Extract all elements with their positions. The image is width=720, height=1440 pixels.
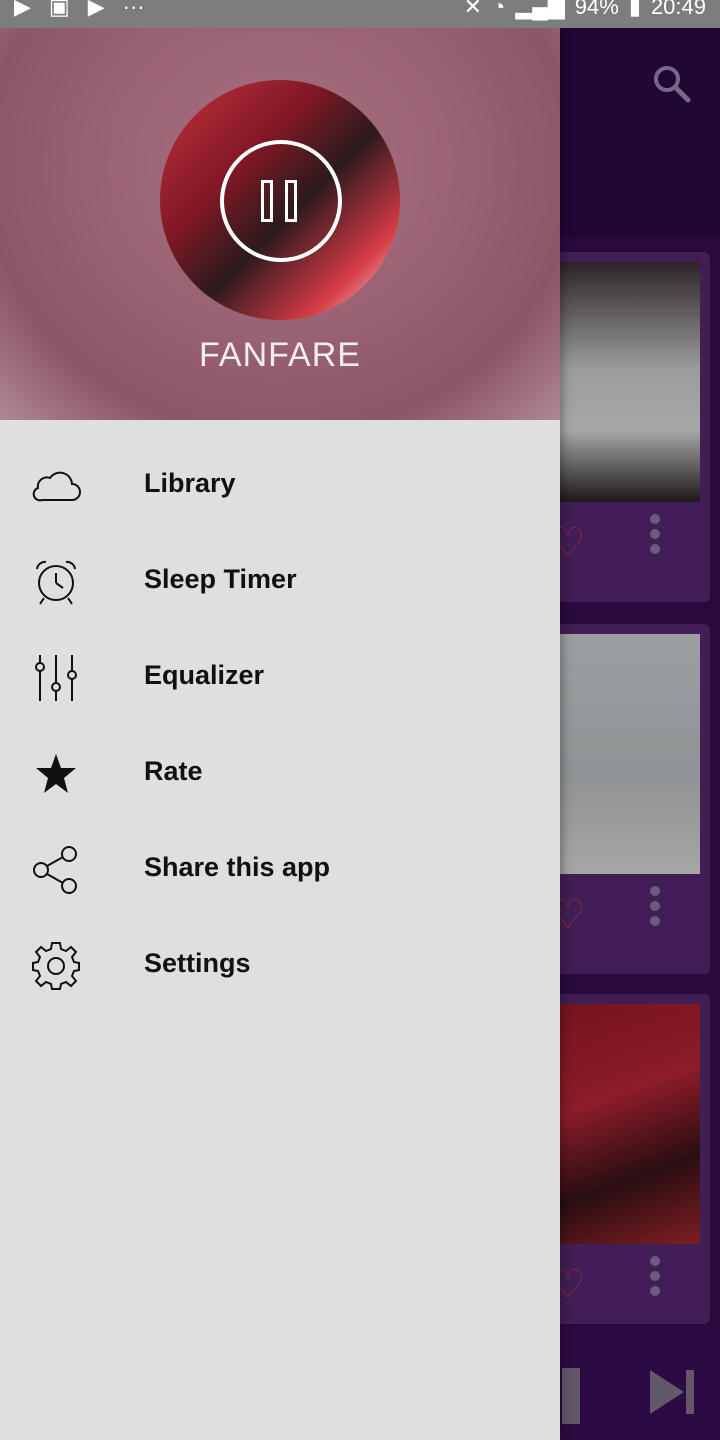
menu-item-label: Share this app	[144, 852, 331, 882]
now-playing-title: FANFARE	[199, 336, 361, 374]
menu-item-settings[interactable]: Settings	[0, 918, 560, 1014]
menu-item-rate[interactable]: Rate	[0, 726, 560, 822]
menu-item-equalizer[interactable]: Equalizer	[0, 630, 560, 726]
alarm-status-icon: ◔	[492, 0, 506, 19]
mute-icon: ✕	[463, 0, 483, 19]
star-icon	[30, 748, 82, 800]
drawer-menu: Library Sleep Timer Equalizer Rate Share	[0, 438, 560, 1014]
album-art[interactable]	[160, 80, 400, 320]
menu-item-label: Library	[144, 468, 236, 498]
alarm-clock-icon	[30, 556, 82, 608]
menu-item-library[interactable]: Library	[0, 438, 560, 534]
menu-item-label: Rate	[144, 756, 203, 786]
menu-item-label: Settings	[144, 948, 251, 978]
menu-item-sleep-timer[interactable]: Sleep Timer	[0, 534, 560, 630]
menu-item-share[interactable]: Share this app	[0, 822, 560, 918]
cloud-icon	[30, 460, 82, 512]
drawer-header: FANFARE	[0, 28, 560, 420]
play-notification-icon: ▶	[14, 0, 31, 19]
more-notifications-icon: ···	[122, 0, 145, 19]
clock: 20:49	[650, 0, 706, 19]
gear-icon	[30, 940, 82, 992]
equalizer-icon	[30, 652, 82, 704]
gallery-notification-icon: ▣	[48, 0, 70, 19]
battery-icon: ▮	[628, 0, 641, 19]
navigation-drawer: FANFARE Library Sleep Timer Equalizer Ra…	[0, 28, 560, 1440]
share-icon	[30, 844, 82, 896]
status-bar: ▶ ▣ ▶ ··· ✕ ◔ ▂▄▆ 94% ▮ 20:49	[0, 0, 720, 28]
pause-icon[interactable]	[220, 140, 342, 262]
menu-item-label: Sleep Timer	[144, 564, 297, 594]
play-notification-icon-2: ▶	[87, 0, 105, 19]
menu-item-label: Equalizer	[144, 660, 265, 690]
signal-icon: ▂▄▆	[515, 0, 565, 19]
battery-percent: 94%	[574, 0, 619, 19]
